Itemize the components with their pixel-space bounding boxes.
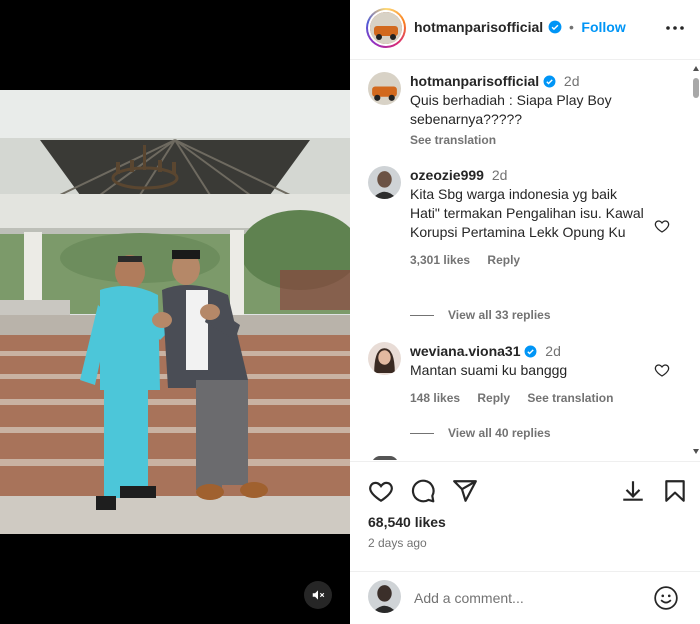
avatar-image (370, 12, 402, 44)
avatar-image (368, 72, 401, 105)
separator-dot: • (569, 19, 574, 35)
avatar-image (368, 580, 401, 613)
comment-time: 2d (545, 343, 561, 359)
scroll-thumb[interactable] (693, 78, 699, 98)
avatar-image (368, 166, 401, 199)
post-media[interactable] (0, 0, 350, 624)
post-date: 2 days ago (368, 536, 427, 550)
save-icon[interactable] (662, 478, 688, 504)
comment-username[interactable]: weviana.viona31 (410, 343, 521, 359)
caption-avatar[interactable] (368, 72, 401, 105)
add-comment-bar (350, 571, 700, 624)
more-options-button[interactable] (663, 18, 687, 38)
action-bar: 68,540 likes 2 days ago (350, 461, 700, 571)
post-header: hotmanparisofficial • Follow (350, 0, 700, 60)
caption-username[interactable]: hotmanparisofficial (410, 73, 539, 89)
reply-button[interactable]: Reply (477, 391, 510, 405)
header-user: hotmanparisofficial • Follow (414, 19, 626, 37)
comment-input[interactable] (414, 586, 644, 610)
follow-button[interactable]: Follow (581, 19, 625, 35)
header-username[interactable]: hotmanparisofficial (414, 19, 543, 35)
share-icon[interactable] (452, 478, 478, 504)
story-ring[interactable] (366, 8, 406, 48)
mute-button[interactable] (304, 581, 332, 609)
caption-text: Quis berhadiah : Siapa Play Boy sebenarn… (410, 92, 612, 127)
heart-icon[interactable] (654, 362, 670, 378)
comments-list[interactable]: hotmanparisofficial 2d Quis berhadiah : … (350, 60, 700, 460)
scroll-up-icon[interactable] (692, 64, 700, 74)
verified-badge-icon (524, 345, 537, 358)
verified-badge-icon (548, 20, 562, 34)
comment-meta: 148 likes Reply See translation (410, 389, 650, 408)
comment-text: Kita Sbg warga indonesia yg baik Hati" t… (410, 186, 644, 240)
comment-username[interactable]: ozeozie999 (410, 167, 484, 183)
comment-avatar[interactable] (368, 342, 401, 375)
see-translation-button[interactable]: See translation (527, 391, 613, 405)
caption-body: hotmanparisofficial 2d Quis berhadiah : … (410, 72, 650, 150)
replies-line (410, 314, 434, 316)
replies-line (410, 432, 434, 434)
avatar (370, 12, 402, 44)
view-replies-button[interactable]: View all 33 replies (410, 308, 551, 322)
next-comment-avatar (372, 456, 398, 460)
verified-badge-icon (543, 75, 556, 88)
caption-see-translation[interactable]: See translation (410, 131, 650, 150)
comments-scrollbar[interactable] (692, 62, 700, 458)
current-user-avatar (368, 580, 401, 613)
view-replies-label: View all 33 replies (448, 308, 551, 322)
caption-time: 2d (563, 73, 580, 89)
comment-avatar[interactable] (368, 166, 401, 199)
likes-count[interactable]: 68,540 likes (368, 514, 446, 530)
comment-likes[interactable]: 148 likes (410, 391, 460, 405)
comment-meta: 3,301 likes Reply (410, 251, 650, 270)
scroll-down-icon[interactable] (692, 446, 700, 456)
more-options-icon (666, 26, 684, 30)
avatar-image (368, 342, 401, 375)
comment-text: Mantan suami ku banggg (410, 362, 568, 378)
comment-body: ozeozie999 2d Kita Sbg warga indonesia y… (410, 166, 650, 270)
post-photo (0, 90, 350, 534)
emoji-icon[interactable] (653, 585, 679, 611)
comment-time: 2d (491, 167, 508, 183)
heart-icon[interactable] (654, 218, 670, 234)
photo-illustration (0, 90, 350, 534)
comment-likes[interactable]: 3,301 likes (410, 253, 470, 267)
download-icon[interactable] (620, 478, 646, 504)
comment-icon[interactable] (410, 478, 436, 504)
mute-icon (312, 590, 325, 600)
reply-button[interactable]: Reply (487, 253, 520, 267)
comment-body: weviana.viona31 2d Mantan suami ku bangg… (410, 342, 650, 408)
view-replies-button[interactable]: View all 40 replies (410, 426, 551, 440)
view-replies-label: View all 40 replies (448, 426, 551, 440)
post-panel: hotmanparisofficial • Follow hotmanparis… (350, 0, 700, 624)
heart-icon[interactable] (368, 478, 394, 504)
